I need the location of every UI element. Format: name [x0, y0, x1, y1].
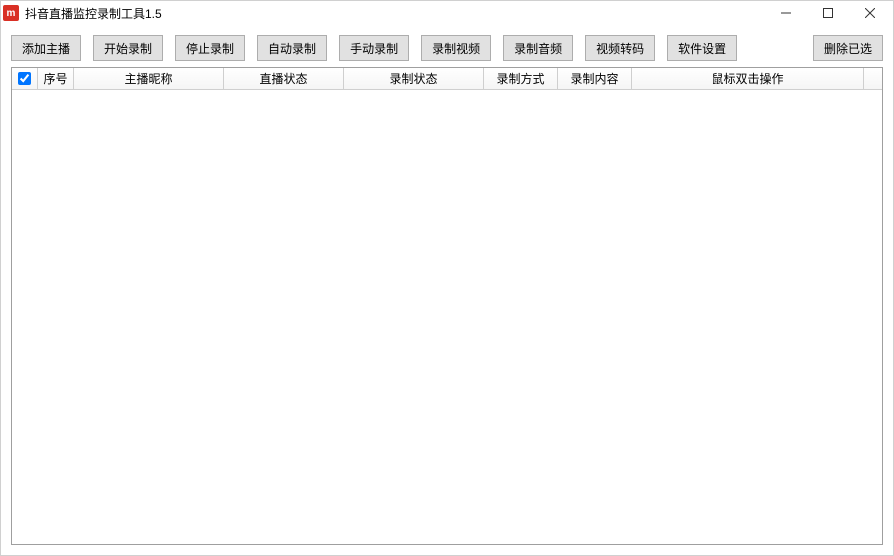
record-audio-button[interactable]: 录制音频: [503, 35, 573, 61]
settings-button[interactable]: 软件设置: [667, 35, 737, 61]
col-live-status[interactable]: 直播状态: [224, 68, 344, 89]
titlebar: m 抖音直播监控录制工具1.5: [1, 1, 893, 25]
transcode-button[interactable]: 视频转码: [585, 35, 655, 61]
maximize-button[interactable]: [807, 1, 849, 25]
window-title: 抖音直播监控录制工具1.5: [25, 5, 765, 22]
col-gutter: [864, 68, 882, 89]
record-video-button[interactable]: 录制视频: [421, 35, 491, 61]
grid-body[interactable]: [12, 90, 882, 544]
close-button[interactable]: [849, 1, 891, 25]
col-index[interactable]: 序号: [38, 68, 74, 89]
start-record-button[interactable]: 开始录制: [93, 35, 163, 61]
col-select-all[interactable]: [12, 68, 38, 89]
select-all-checkbox[interactable]: [18, 72, 31, 85]
manual-record-button[interactable]: 手动录制: [339, 35, 409, 61]
app-icon: m: [3, 5, 19, 21]
col-dblclick-action[interactable]: 鼠标双击操作: [632, 68, 864, 89]
add-anchor-button[interactable]: 添加主播: [11, 35, 81, 61]
toolbar: 添加主播 开始录制 停止录制 自动录制 手动录制 录制视频 录制音频 视频转码 …: [1, 25, 893, 67]
minimize-button[interactable]: [765, 1, 807, 25]
auto-record-button[interactable]: 自动录制: [257, 35, 327, 61]
col-nickname[interactable]: 主播昵称: [74, 68, 224, 89]
delete-selected-button[interactable]: 删除已选: [813, 35, 883, 61]
col-record-mode[interactable]: 录制方式: [484, 68, 558, 89]
col-record-status[interactable]: 录制状态: [344, 68, 484, 89]
data-grid: 序号 主播昵称 直播状态 录制状态 录制方式 录制内容 鼠标双击操作: [11, 67, 883, 545]
col-record-content[interactable]: 录制内容: [558, 68, 632, 89]
grid-header: 序号 主播昵称 直播状态 录制状态 录制方式 录制内容 鼠标双击操作: [12, 68, 882, 90]
stop-record-button[interactable]: 停止录制: [175, 35, 245, 61]
window-controls: [765, 1, 891, 25]
